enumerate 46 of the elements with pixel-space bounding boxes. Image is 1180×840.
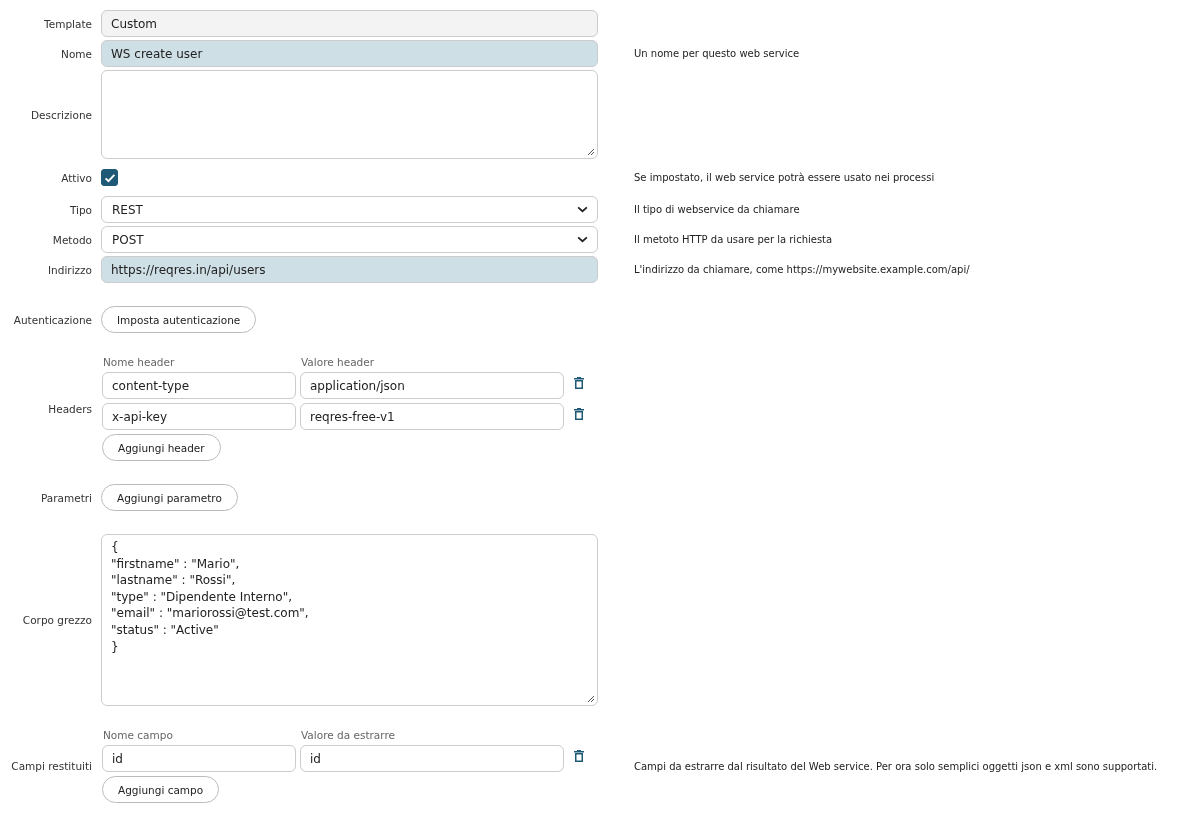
- dropdown[interactable]: REST: [101, 196, 598, 223]
- checkbox[interactable]: [101, 169, 118, 186]
- template-field[interactable]: Custom: [101, 10, 598, 37]
- input-field[interactable]: https://reqres.in/api/users: [101, 256, 598, 283]
- input-field[interactable]: x-api-key: [102, 403, 296, 430]
- action-button[interactable]: Imposta autenticazione: [101, 306, 257, 333]
- field-label: Tipo: [68, 203, 92, 216]
- column-header: Valore header: [300, 356, 375, 368]
- help-text: Il metoto HTTP da usare per la richiesta: [634, 234, 833, 245]
- body-textarea[interactable]: { "firstname" : "Mario", "lastname" : "Rossi", "type" : "Dipendente Interno", "email" : "mariorossi@test.com", "status" : "Active" }: [101, 534, 598, 706]
- input-field[interactable]: content-type: [102, 372, 296, 399]
- field-label: Attivo: [60, 171, 92, 184]
- input-field[interactable]: id: [102, 745, 296, 772]
- column-header: Nome header: [102, 356, 176, 368]
- add-button[interactable]: Aggiungi campo: [102, 776, 220, 803]
- resize-grip-icon[interactable]: [587, 695, 595, 703]
- column-header: Nome campo: [102, 729, 174, 741]
- field-label: Metodo: [51, 233, 92, 246]
- resize-grip-icon[interactable]: [587, 148, 595, 156]
- trash-icon[interactable]: [574, 377, 584, 389]
- field-label: Autenticazione: [12, 313, 92, 326]
- field-label: Template: [43, 17, 92, 30]
- input-field[interactable]: reqres-free-v1: [300, 403, 564, 430]
- column-header: Valore da estrarre: [300, 729, 395, 741]
- chevron-down-icon: [577, 236, 588, 243]
- trash-icon[interactable]: [574, 750, 584, 762]
- help-text: L'indirizzo da chiamare, come https://mywebsite.example.com/api/: [634, 264, 970, 275]
- trash-icon[interactable]: [574, 408, 584, 420]
- field-label: Parametri: [39, 491, 92, 504]
- field-label: Indirizzo: [47, 263, 92, 276]
- help-text: Se impostato, il web service potrà essere usato nei processi: [634, 172, 935, 183]
- action-button[interactable]: Aggiungi parametro: [101, 484, 238, 511]
- add-button[interactable]: Aggiungi header: [102, 434, 221, 461]
- help-text: Campi da estrarre dal risultato del Web service. Per ora solo semplici oggetti json e xml sono supportati.: [634, 760, 1158, 772]
- field-label: Corpo grezzo: [21, 614, 92, 626]
- help-text: Un nome per questo web service: [634, 48, 800, 59]
- chevron-down-icon: [577, 206, 588, 213]
- input-field[interactable]: id: [300, 745, 564, 772]
- input-field[interactable]: WS create user: [101, 40, 598, 67]
- field-label: Nome: [60, 47, 92, 60]
- help-text: Il tipo di webservice da chiamare: [634, 204, 800, 215]
- input-field[interactable]: application/json: [300, 372, 564, 399]
- field-label: Campi restituiti: [10, 760, 92, 772]
- field-label: Descrizione: [30, 108, 92, 121]
- field-label: Headers: [47, 402, 92, 415]
- dropdown[interactable]: POST: [101, 226, 598, 253]
